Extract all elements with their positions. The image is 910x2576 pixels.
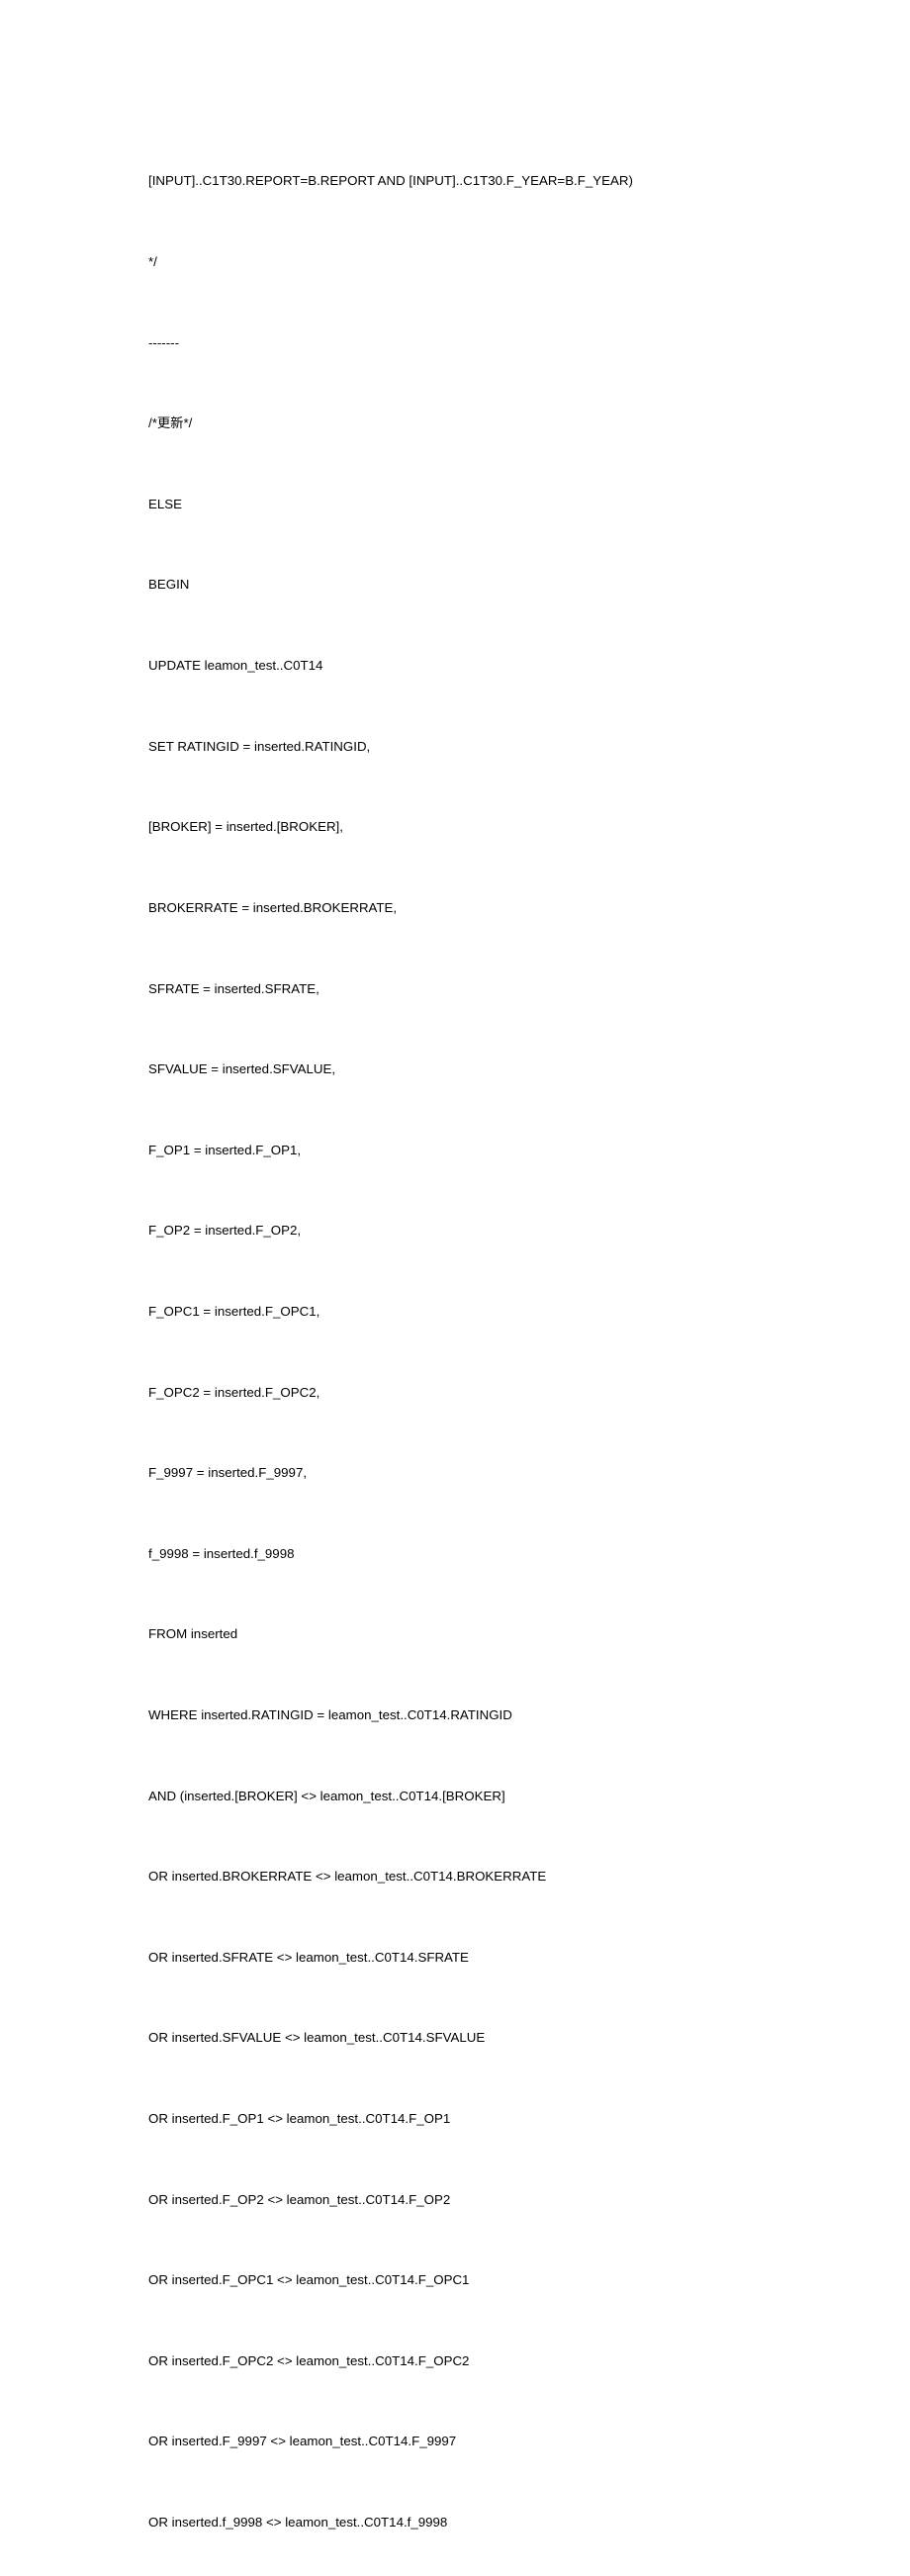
code-line: OR inserted.F_OPC1 <> leamon_test..C0T14… — [148, 2266, 762, 2293]
code-line: SET RATINGID = inserted.RATINGID, — [148, 733, 762, 760]
code-line: OR inserted.SFRATE <> leamon_test..C0T14… — [148, 1944, 762, 1971]
code-line: F_9997 = inserted.F_9997, — [148, 1459, 762, 1486]
code-line: OR inserted.F_OPC2 <> leamon_test..C0T14… — [148, 2347, 762, 2374]
code-line: OR inserted.BROKERRATE <> leamon_test..C… — [148, 1863, 762, 1889]
code-line: OR inserted.F_OP2 <> leamon_test..C0T14.… — [148, 2186, 762, 2213]
code-line: OR inserted.SFVALUE <> leamon_test..C0T1… — [148, 2024, 762, 2051]
code-line: F_OP1 = inserted.F_OP1, — [148, 1137, 762, 1163]
code-line: AND (inserted.[BROKER] <> leamon_test..C… — [148, 1783, 762, 1809]
code-line: ------- — [148, 329, 762, 356]
code-line: [BROKER] = inserted.[BROKER], — [148, 813, 762, 840]
code-line: [INPUT]..C1T30.REPORT=B.REPORT AND [INPU… — [148, 167, 762, 194]
code-line: UPDATE leamon_test..C0T14 — [148, 652, 762, 679]
code-line: SFRATE = inserted.SFRATE, — [148, 975, 762, 1002]
code-line: WHERE inserted.RATINGID = leamon_test..C… — [148, 1702, 762, 1728]
code-line: FROM inserted — [148, 1620, 762, 1647]
code-line: BROKERRATE = inserted.BROKERRATE, — [148, 894, 762, 921]
code-line: OR inserted.F_9997 <> leamon_test..C0T14… — [148, 2428, 762, 2454]
code-line: F_OPC1 = inserted.F_OPC1, — [148, 1298, 762, 1325]
code-line: SFVALUE = inserted.SFVALUE, — [148, 1056, 762, 1082]
code-line: BEGIN — [148, 571, 762, 598]
code-line: ELSE — [148, 491, 762, 517]
code-line: f_9998 = inserted.f_9998 — [148, 1540, 762, 1567]
code-line: */ — [148, 248, 762, 275]
document-page: [INPUT]..C1T30.REPORT=B.REPORT AND [INPU… — [0, 0, 910, 2576]
code-line: OR inserted.f_9998 <> leamon_test..C0T14… — [148, 2509, 762, 2535]
code-line: F_OP2 = inserted.F_OP2, — [148, 1217, 762, 1243]
code-line: /*更新*/ — [148, 410, 762, 436]
code-line: F_OPC2 = inserted.F_OPC2, — [148, 1379, 762, 1406]
code-line: OR inserted.F_OP1 <> leamon_test..C0T14.… — [148, 2105, 762, 2132]
